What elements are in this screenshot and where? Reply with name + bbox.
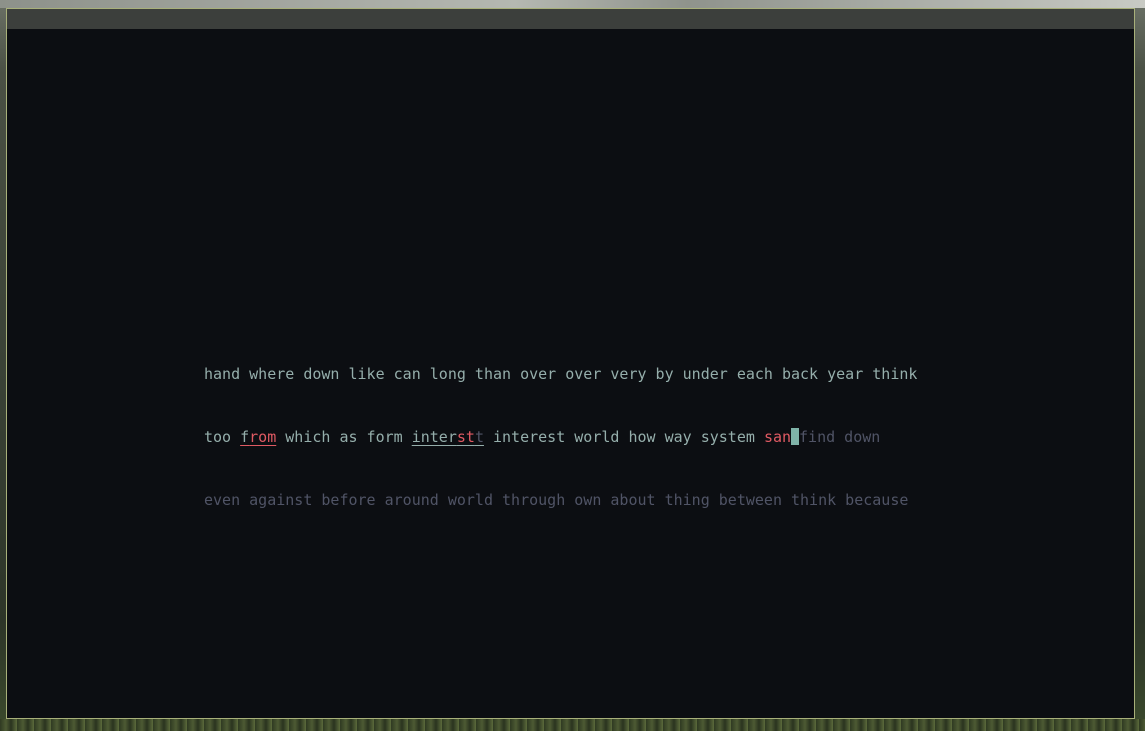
typed-line-1: hand where down like can long than over …: [204, 365, 918, 383]
window-titlebar[interactable]: [7, 9, 1134, 29]
error-chars: st: [456, 428, 475, 446]
missing-chars: t: [474, 428, 484, 446]
text-caret: [791, 428, 800, 445]
typed-word: too: [204, 428, 241, 446]
untyped-words: find down: [799, 428, 881, 446]
correct-chars: inter: [411, 428, 457, 446]
untyped-line-3: even against before around world through…: [204, 491, 909, 509]
error-word-interest: interstt: [412, 428, 484, 446]
typing-test-area[interactable]: hand where down like can long than over …: [7, 29, 1134, 718]
terminal-window[interactable]: hand where down like can long than over …: [6, 8, 1135, 719]
current-word-typed: san: [763, 428, 792, 446]
error-word-from: from: [240, 428, 276, 446]
correct-chars: f: [240, 428, 250, 446]
typing-text[interactable]: hand where down like can long than over …: [204, 322, 964, 553]
typed-words: which as form: [276, 428, 412, 446]
desktop-wallpaper-top: [0, 0, 1145, 8]
error-chars: rom: [249, 428, 277, 446]
current-line: too from which as form interstt interest…: [204, 427, 964, 448]
typed-words: interest world how way system: [483, 428, 764, 446]
desktop-wallpaper-foliage: [0, 719, 1145, 731]
